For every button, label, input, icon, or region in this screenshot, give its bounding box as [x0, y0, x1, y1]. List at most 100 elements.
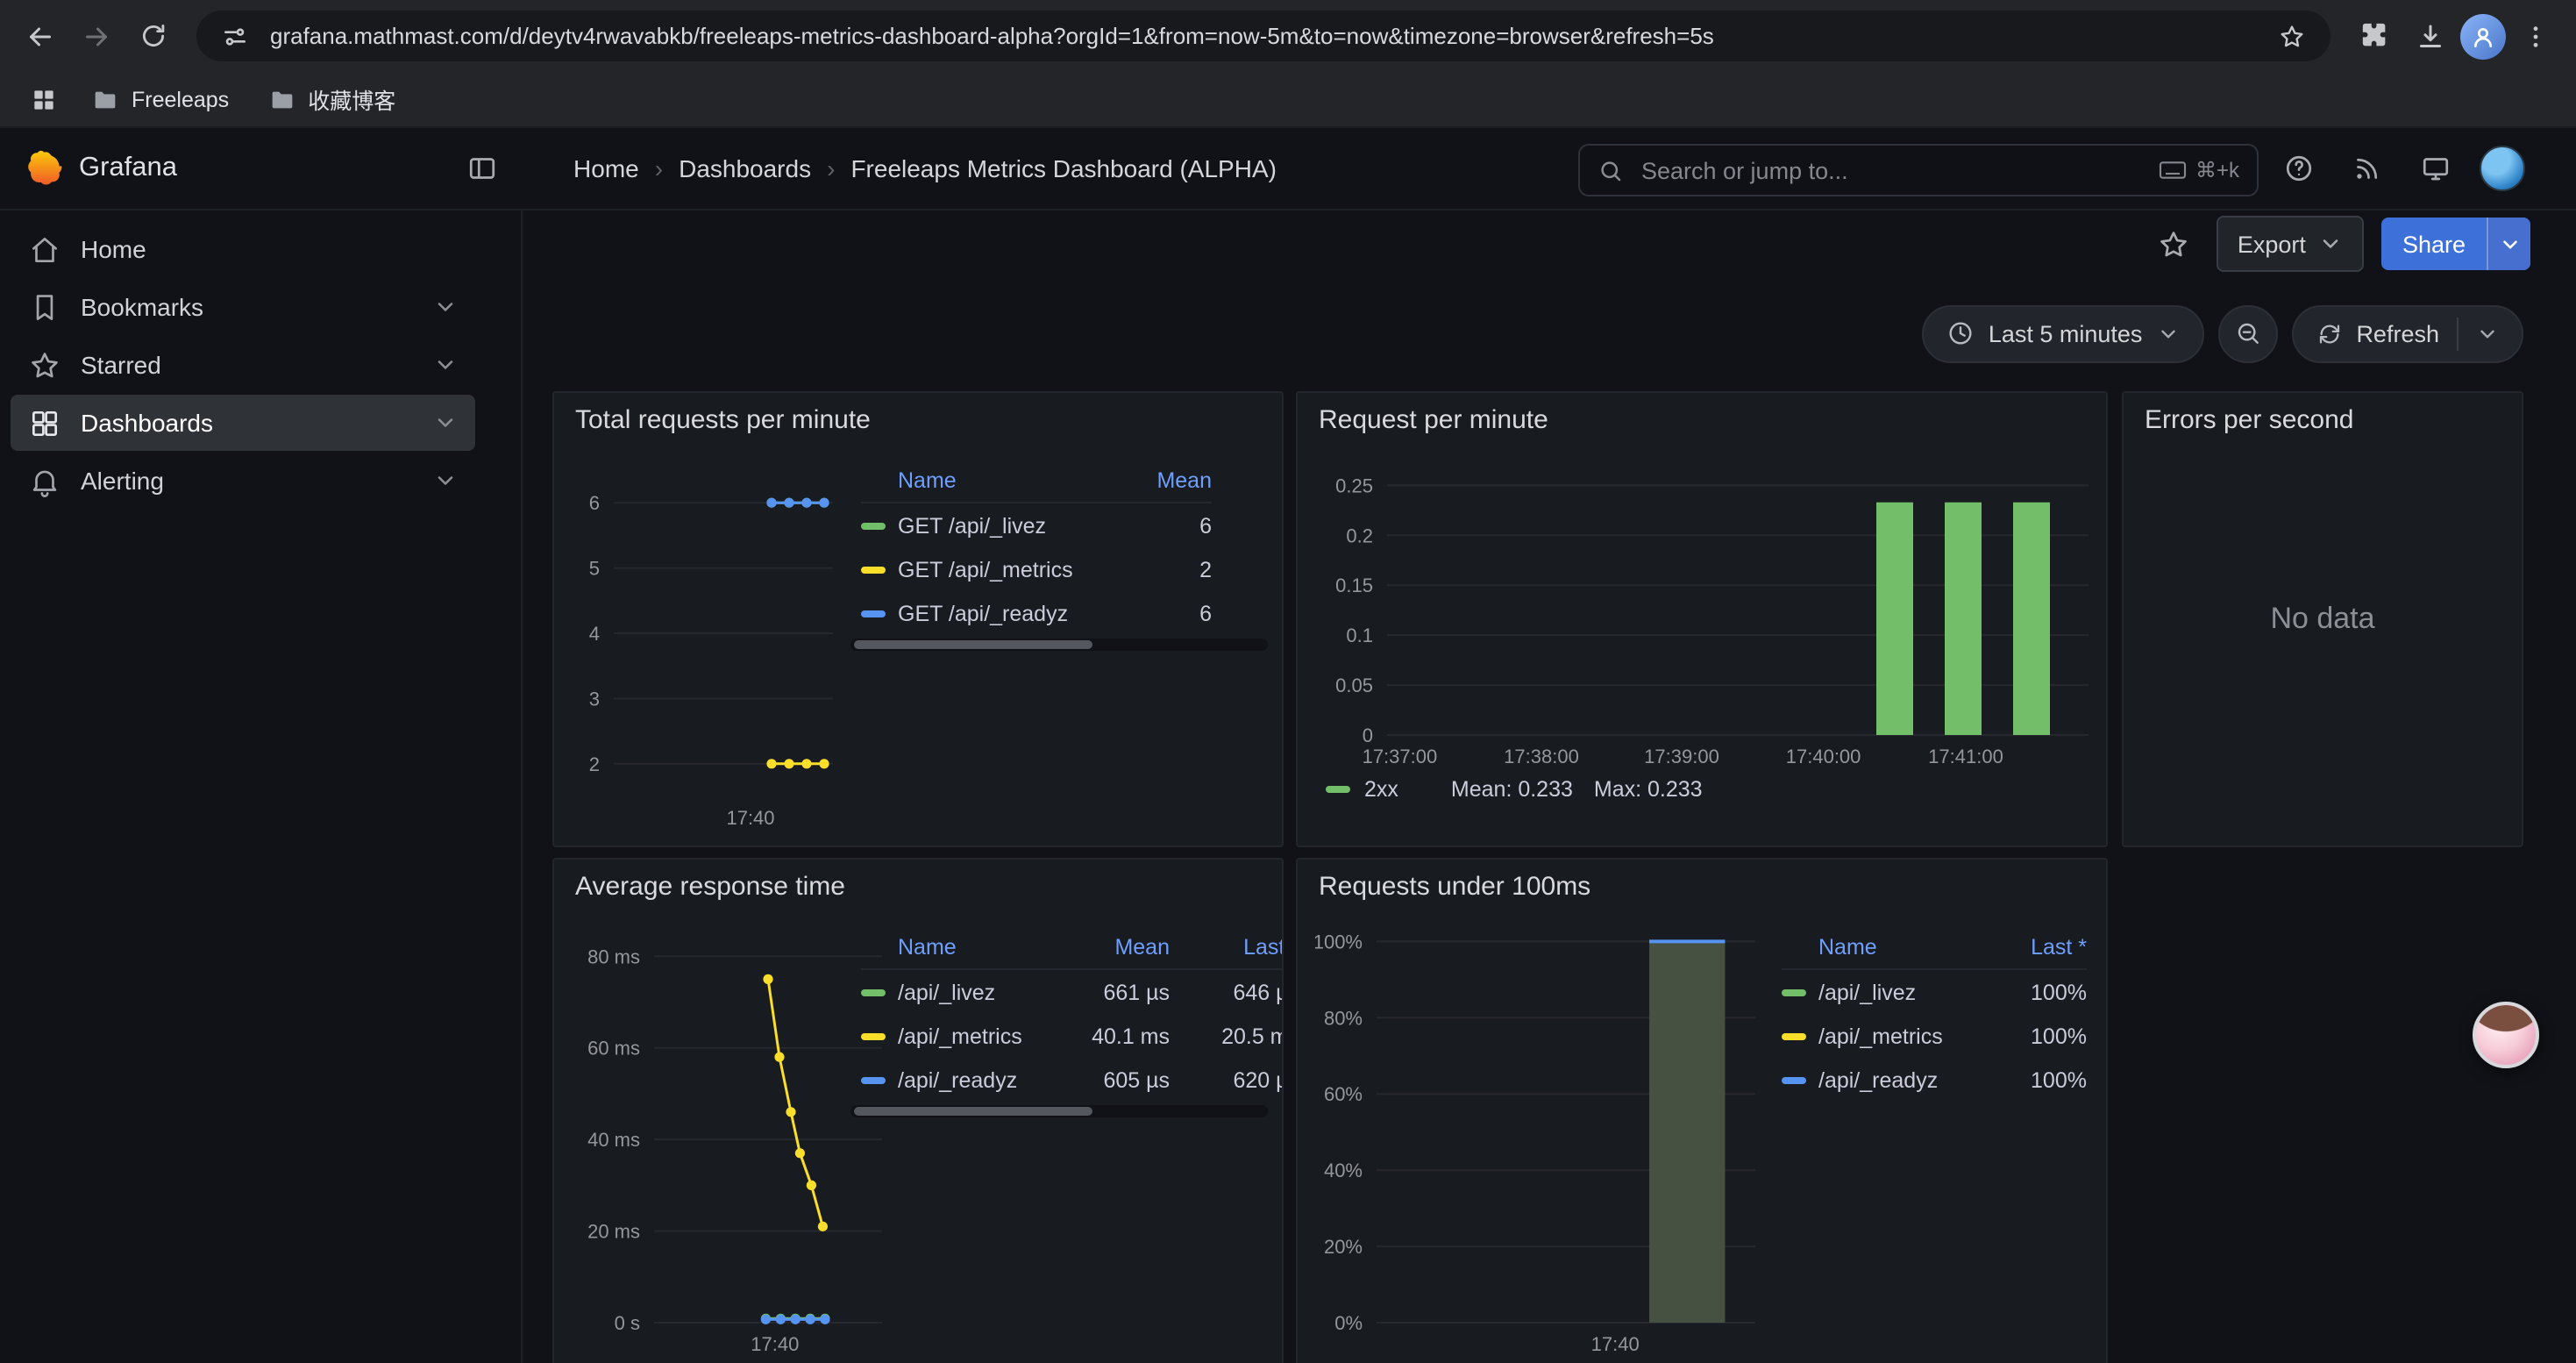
legend-col-name[interactable]: Name: [1782, 935, 1975, 960]
svg-text:17:40: 17:40: [751, 1333, 799, 1355]
legend-col-last[interactable]: Last *: [1170, 935, 1284, 960]
news-button[interactable]: [2343, 144, 2392, 193]
chevron-down-icon[interactable]: [433, 295, 458, 319]
zoom-out-time-button[interactable]: [2217, 304, 2277, 362]
chevron-down-icon[interactable]: [433, 410, 458, 435]
bookmark-blog[interactable]: 收藏博客: [253, 75, 409, 123]
average-response-time-chart[interactable]: 80 ms60 ms40 ms20 ms0 s17:40: [572, 917, 896, 1363]
panel-title[interactable]: Total requests per minute: [554, 393, 1282, 439]
legend-col-name[interactable]: Name: [861, 468, 1121, 493]
sidebar-item-bookmarks[interactable]: Bookmarks: [11, 279, 475, 335]
url-bar[interactable]: [196, 11, 2330, 61]
search-box[interactable]: ⌘+k: [1578, 144, 2259, 196]
home-icon: [28, 232, 61, 266]
legend-header-row: Name Mean Last *: [861, 926, 1284, 970]
breadcrumb-separator: ›: [827, 154, 835, 182]
share-button[interactable]: Share: [2381, 218, 2487, 270]
legend-col-name[interactable]: Name: [861, 935, 1064, 960]
legend-row[interactable]: GET /api/_livez 6: [861, 503, 1212, 547]
series-last: 100%: [1975, 1067, 2087, 1092]
reload-button[interactable]: [126, 10, 179, 62]
grafana-brand[interactable]: Grafana: [25, 149, 177, 188]
time-range-picker[interactable]: Last 5 minutes: [1922, 304, 2204, 362]
svg-text:0: 0: [1363, 724, 1373, 746]
legend-scrollbar[interactable]: [850, 1105, 1268, 1117]
sidebar-item-dashboards[interactable]: Dashboards: [11, 395, 475, 451]
breadcrumb-current: Freeleaps Metrics Dashboard (ALPHA): [850, 154, 1277, 182]
chevron-down-icon[interactable]: [433, 353, 458, 377]
svg-text:17:41:00: 17:41:00: [1928, 746, 2003, 767]
site-info-icon[interactable]: [217, 18, 253, 54]
scrollbar-thumb[interactable]: [854, 1107, 1092, 1116]
chevron-down-icon[interactable]: [433, 468, 458, 493]
panel-title[interactable]: Requests under 100ms: [1298, 860, 2106, 905]
legend-row[interactable]: GET /api/_readyz 6: [861, 591, 1212, 635]
breadcrumb-home-link[interactable]: Home: [573, 154, 639, 182]
refresh-interval-dropdown[interactable]: [2476, 322, 2499, 345]
bookmark-star-button[interactable]: [2274, 18, 2309, 54]
refresh-picker: Refresh: [2291, 304, 2523, 362]
tune-icon: [221, 22, 249, 50]
forward-button[interactable]: [70, 10, 123, 62]
legend-row[interactable]: /api/_metrics 100%: [1782, 1014, 2087, 1058]
legend-row[interactable]: /api/_livez 100%: [1782, 970, 2087, 1014]
legend-inline[interactable]: 2xx Mean: 0.233 Max: 0.233: [1326, 777, 1703, 802]
browser-profile-avatar[interactable]: [2460, 13, 2506, 59]
svg-text:0.25: 0.25: [1335, 475, 1373, 496]
breadcrumb-dashboards-link[interactable]: Dashboards: [679, 154, 811, 182]
folder-icon: [267, 85, 295, 113]
export-button[interactable]: Export: [2217, 216, 2364, 272]
browser-toolbar: [0, 0, 2576, 72]
legend-row[interactable]: GET /api/_metrics 2: [861, 547, 1212, 591]
search-input[interactable]: [1638, 155, 2145, 185]
legend-row[interactable]: /api/_readyz 605 µs 620 µs: [861, 1058, 1284, 1102]
legend-scrollbar[interactable]: [850, 639, 1268, 651]
panel-request-per-minute: Request per minute 0.250.20.150.10.05017…: [1296, 391, 2108, 847]
refresh-icon: [2316, 320, 2342, 346]
svg-text:17:40: 17:40: [1591, 1333, 1640, 1355]
assistant-avatar-floating[interactable]: [2473, 1002, 2539, 1068]
series-name: /api/_livez: [898, 980, 995, 1004]
requests-under-100ms-chart[interactable]: 100%80%60%40%20%0%17:40: [1315, 917, 1773, 1363]
help-button[interactable]: [2274, 144, 2323, 193]
downloads-button[interactable]: [2404, 10, 2457, 62]
grafana-logo-icon: [25, 149, 63, 188]
dock-menu-button[interactable]: [458, 144, 507, 193]
favorite-dashboard-button[interactable]: [2150, 219, 2199, 268]
no-data-message: No data: [2124, 393, 2522, 846]
total-requests-chart[interactable]: 6543217:40: [572, 440, 843, 831]
request-per-minute-chart[interactable]: 0.250.20.150.10.05017:37:0017:38:0017:39…: [1315, 440, 2099, 791]
legend-col-mean[interactable]: Mean: [1121, 468, 1212, 493]
rss-icon: [2352, 153, 2383, 184]
url-input[interactable]: [267, 21, 2260, 51]
browser-menu-button[interactable]: [2509, 10, 2562, 62]
back-button[interactable]: [14, 10, 67, 62]
sidebar-item-home[interactable]: Home: [11, 221, 475, 277]
svg-text:100%: 100%: [1315, 931, 1363, 953]
legend-row[interactable]: /api/_livez 661 µs 646 µs: [861, 970, 1284, 1014]
refresh-button[interactable]: Refresh: [2356, 320, 2439, 346]
legend-col-last[interactable]: Last *: [1975, 935, 2087, 960]
legend-row[interactable]: /api/_readyz 100%: [1782, 1058, 2087, 1102]
svg-text:0.2: 0.2: [1346, 525, 1373, 546]
sidebar-item-alerting[interactable]: Alerting: [11, 453, 475, 509]
apps-button[interactable]: [21, 76, 67, 122]
series-mean: 605 µs: [1064, 1067, 1170, 1092]
sidebar-item-starred[interactable]: Starred: [11, 337, 475, 393]
panel-title[interactable]: Request per minute: [1298, 393, 2106, 439]
kiosk-mode-button[interactable]: [2411, 144, 2460, 193]
keyboard-icon: [2159, 160, 2187, 181]
reload-icon: [138, 21, 167, 51]
user-avatar[interactable]: [2480, 146, 2525, 191]
extensions-button[interactable]: [2348, 10, 2401, 62]
breadcrumb-separator: ›: [655, 154, 663, 182]
legend-row[interactable]: /api/_metrics 40.1 ms 20.5 ms: [861, 1014, 1284, 1058]
panel-errors-per-second: Errors per second No data: [2122, 391, 2523, 847]
panel-title[interactable]: Average response time: [554, 860, 1282, 905]
monitor-icon: [2420, 153, 2451, 184]
share-dropdown-button[interactable]: [2487, 218, 2530, 270]
legend-col-mean[interactable]: Mean: [1064, 935, 1170, 960]
scrollbar-thumb[interactable]: [854, 640, 1092, 649]
bookmark-freeleaps[interactable]: Freeleaps: [77, 78, 243, 120]
svg-text:3: 3: [589, 688, 600, 710]
